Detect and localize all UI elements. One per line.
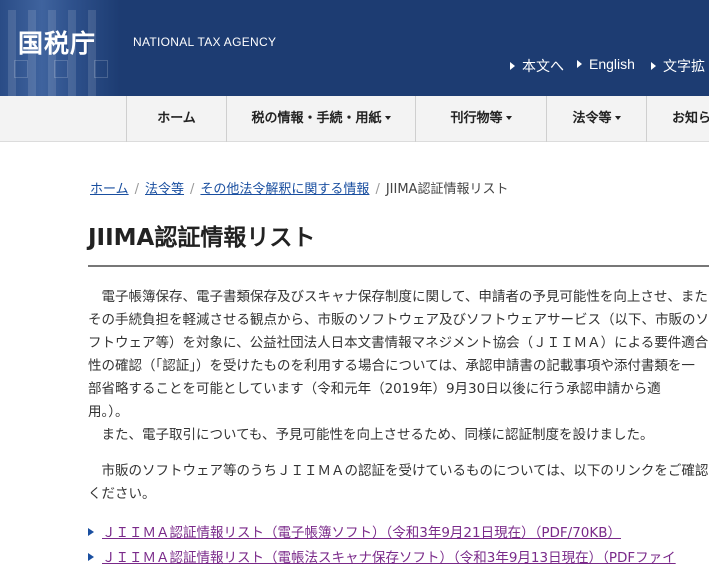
english-link[interactable]: English [577, 56, 635, 72]
caret-down-icon [384, 116, 391, 120]
triangle-right-icon [88, 553, 94, 561]
font-size-link[interactable]: 文字拡 [651, 56, 705, 76]
nav-item-laws[interactable]: 法令等 [546, 96, 646, 142]
skip-to-content-link[interactable]: 本文へ [510, 56, 564, 76]
pdf-link-list: ＪＩＩＭＡ認証情報リスト（電子帳簿ソフト）（令和3年9月21日現在）（PDF/7… [88, 521, 676, 571]
breadcrumb-current: JIIMA認証情報リスト [385, 182, 509, 197]
breadcrumb-other-interpretations[interactable]: その他法令解釈に関する情報 [200, 182, 369, 197]
list-item: ＪＩＩＭＡ認証情報リスト（電帳法スキャナ保存ソフト）（令和3年9月13日現在）（… [88, 546, 676, 571]
caret-down-icon [505, 116, 512, 120]
caret-down-icon [614, 116, 621, 120]
breadcrumb: ホーム / 法令等 / その他法令解釈に関する情報 / JIIMA認証情報リスト [90, 178, 508, 197]
nav-item-tax-info[interactable]: 税の情報・手続・用紙 [226, 96, 415, 142]
breadcrumb-laws[interactable]: 法令等 [145, 182, 184, 197]
breadcrumb-separator: / [134, 182, 140, 197]
jiima-scanner-software-pdf-link[interactable]: ＪＩＩＭＡ認証情報リスト（電帳法スキャナ保存ソフト）（令和3年9月13日現在）（… [102, 550, 676, 566]
list-item: ＪＩＩＭＡ認証情報リスト（電子帳簿ソフト）（令和3年9月21日現在）（PDF/7… [88, 521, 676, 546]
triangle-right-icon [651, 62, 656, 70]
breadcrumb-separator: / [375, 182, 380, 197]
breadcrumb-separator: / [190, 182, 195, 197]
nav-item-notices[interactable]: お知ら [646, 96, 709, 142]
triangle-right-icon [510, 62, 515, 70]
triangle-right-icon [577, 60, 582, 68]
global-nav: ホーム 税の情報・手続・用紙 刊行物等 法令等 お知ら [0, 96, 709, 142]
page-title: JIIMA認証情報リスト [88, 225, 316, 251]
site-logo-english: NATIONAL TAX AGENCY [133, 35, 277, 49]
intro-paragraph: 電子帳簿保存、電子書類保存及びスキャナ保存制度に関して、申請者の予見可能性を向上… [88, 289, 709, 420]
breadcrumb-home[interactable]: ホーム [90, 182, 129, 197]
nav-item-publications[interactable]: 刊行物等 [415, 96, 546, 142]
site-logo[interactable]: 国税庁 [18, 24, 96, 60]
site-header: 国税庁 NATIONAL TAX AGENCY 本文へ English 文字拡 [0, 0, 709, 96]
link-intro-paragraph: 市販のソフトウェア等のうちＪＩＩＭＡの認証を受けているものについては、以下のリン… [88, 463, 709, 502]
triangle-right-icon [88, 528, 94, 536]
electronic-transaction-paragraph: また、電子取引についても、予見可能性を向上させるため、同様に認証制度を設けました… [88, 427, 654, 443]
title-divider [88, 265, 709, 267]
jiima-ledger-software-pdf-link[interactable]: ＪＩＩＭＡ認証情報リスト（電子帳簿ソフト）（令和3年9月21日現在）（PDF/7… [102, 525, 621, 541]
nav-item-home[interactable]: ホーム [126, 96, 226, 142]
